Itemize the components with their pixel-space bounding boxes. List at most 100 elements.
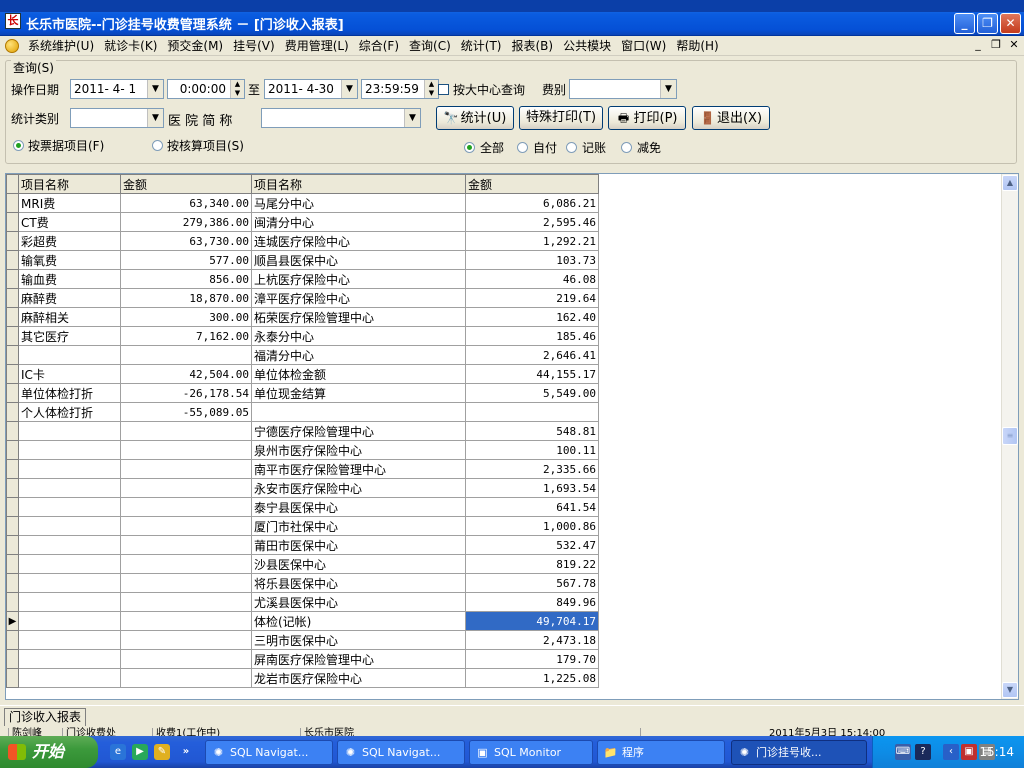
quicklaunch-more-icon[interactable]: » (178, 744, 194, 760)
amount-cell[interactable]: 1,292.21 (465, 231, 599, 251)
mdi-close-button[interactable]: ✕ (1006, 38, 1022, 53)
amount-cell[interactable]: 819.22 (465, 554, 599, 574)
row-indicator[interactable] (6, 402, 19, 422)
menu-reports[interactable]: 报表(B) (506, 37, 558, 54)
item-name-cell[interactable] (18, 554, 121, 574)
amount-cell[interactable]: 103.73 (465, 250, 599, 270)
item-name-cell[interactable]: 马尾分中心 (251, 193, 466, 213)
mdi-restore-button[interactable]: ❐ (988, 38, 1004, 53)
item-name-cell[interactable]: 顺昌县医保中心 (251, 250, 466, 270)
radio-filter-self[interactable] (517, 142, 528, 153)
amount-cell[interactable]: 7,162.00 (120, 326, 252, 346)
item-name-cell[interactable]: 宁德医疗保险管理中心 (251, 421, 466, 441)
amount-cell[interactable] (120, 630, 252, 650)
mdi-document-icon[interactable] (5, 38, 19, 53)
amount-cell[interactable]: 44,155.17 (465, 364, 599, 384)
stat-type-select[interactable]: ▼ (70, 108, 164, 128)
amount-cell[interactable]: 279,386.00 (120, 212, 252, 232)
item-name-cell[interactable] (18, 421, 121, 441)
row-indicator[interactable] (6, 573, 19, 593)
table-row[interactable]: 彩超费 63,730.00 连城医疗保险中心 1,292.21 (6, 231, 599, 251)
spin-updown-icon[interactable]: ▲ ▼ (424, 80, 438, 98)
row-indicator[interactable] (6, 345, 19, 365)
menu-deposit[interactable]: 预交金(M) (162, 37, 228, 54)
table-row[interactable]: 尤溪县医保中心 849.96 (6, 592, 599, 612)
table-row[interactable]: 单位体检打折 -26,178.54 单位现金结算 5,549.00 (6, 383, 599, 403)
amount-cell[interactable] (120, 516, 252, 536)
row-indicator[interactable] (6, 459, 19, 479)
table-row[interactable]: 其它医疗 7,162.00 永泰分中心 185.46 (6, 326, 599, 346)
amount-cell[interactable]: 641.54 (465, 497, 599, 517)
amount-cell[interactable]: 100.11 (465, 440, 599, 460)
table-row[interactable]: 南平市医疗保险管理中心 2,335.66 (6, 459, 599, 479)
amount-cell[interactable]: 46.08 (465, 269, 599, 289)
amount-cell[interactable]: 2,473.18 (465, 630, 599, 650)
amount-cell[interactable]: -26,178.54 (120, 383, 252, 403)
menu-statistics[interactable]: 统计(T) (456, 37, 507, 54)
radio-filter-all[interactable] (464, 142, 475, 153)
chevron-down-icon[interactable]: ▼ (660, 80, 676, 98)
chevron-down-icon[interactable]: ▼ (147, 80, 163, 98)
column-header-amount-1[interactable]: 金额 (120, 174, 252, 194)
row-indicator[interactable] (6, 212, 19, 232)
item-name-cell[interactable] (18, 630, 121, 650)
special-print-button[interactable]: 特殊打印(T) (519, 106, 603, 130)
report-grid-container[interactable]: 项目名称 金额 项目名称 金额 MRI费 63,340.00 马尾分中心 6,086.… (5, 173, 1019, 700)
menu-window[interactable]: 窗口(W) (616, 37, 671, 54)
media-player-icon[interactable]: ▶ (132, 744, 148, 760)
item-name-cell[interactable] (18, 535, 121, 555)
table-row[interactable]: 输氧费 577.00 顺昌县医保中心 103.73 (6, 250, 599, 270)
item-name-cell[interactable]: 输氧费 (18, 250, 121, 270)
row-indicator[interactable] (6, 535, 19, 555)
scroll-up-arrow-icon[interactable]: ▲ (1002, 175, 1018, 191)
tray-app-icon[interactable]: ▣ (961, 744, 977, 760)
taskbar-button[interactable]: ▣ SQL Monitor (469, 740, 593, 765)
item-name-cell[interactable]: 南平市医疗保险管理中心 (251, 459, 466, 479)
minimize-button[interactable]: _ (954, 13, 975, 34)
item-name-cell[interactable]: 柘荣医疗保险管理中心 (251, 307, 466, 327)
item-name-cell[interactable]: 个人体检打折 (18, 402, 121, 422)
hospital-select[interactable]: ▼ (261, 108, 421, 128)
amount-cell[interactable] (120, 345, 252, 365)
stat-button[interactable]: 🔭 统计(U) (436, 106, 514, 130)
table-row[interactable]: 麻醉费 18,870.00 漳平医疗保险中心 219.64 (6, 288, 599, 308)
item-name-cell[interactable]: 麻醉相关 (18, 307, 121, 327)
menu-public-modules[interactable]: 公共模块 (558, 37, 616, 54)
row-indicator[interactable] (6, 478, 19, 498)
radio-invoice-items[interactable] (13, 140, 24, 151)
item-name-cell[interactable] (18, 459, 121, 479)
start-button[interactable]: 开始 (0, 736, 98, 768)
table-row[interactable]: 屏南医疗保险管理中心 179.70 (6, 649, 599, 669)
quicklaunch-app-icon[interactable]: ✎ (154, 744, 170, 760)
amount-cell[interactable]: 567.78 (465, 573, 599, 593)
spin-updown-icon[interactable]: ▲ ▼ (230, 80, 244, 98)
table-row[interactable]: 麻醉相关 300.00 柘荣医疗保险管理中心 162.40 (6, 307, 599, 327)
amount-cell[interactable]: 63,730.00 (120, 231, 252, 251)
item-name-cell[interactable]: 上杭医疗保险中心 (251, 269, 466, 289)
item-name-cell[interactable] (251, 402, 466, 422)
row-indicator[interactable] (6, 440, 19, 460)
exit-button[interactable]: 🚪 退出(X) (692, 106, 770, 130)
item-name-cell[interactable]: 体检(记帐) (251, 611, 466, 631)
item-name-cell[interactable] (18, 611, 121, 631)
row-indicator[interactable] (6, 630, 19, 650)
menu-registration[interactable]: 挂号(V) (228, 37, 280, 54)
item-name-cell[interactable]: 厦门市社保中心 (251, 516, 466, 536)
item-name-cell[interactable] (18, 649, 121, 669)
item-name-cell[interactable]: 三明市医保中心 (251, 630, 466, 650)
print-button[interactable]: 🖶 打印(P) (608, 106, 686, 130)
row-indicator[interactable] (6, 516, 19, 536)
taskbar-button[interactable]: 📁 程序 (597, 740, 725, 765)
table-row[interactable]: ▶ 体检(记帐) 49,704.17 (6, 611, 599, 631)
restore-button[interactable]: ❐ (977, 13, 998, 34)
column-header-item-name-1[interactable]: 项目名称 (18, 174, 121, 194)
amount-cell[interactable]: 1,000.86 (465, 516, 599, 536)
amount-cell[interactable]: 532.47 (465, 535, 599, 555)
back-arrow-icon[interactable]: ‹ (943, 744, 959, 760)
amount-cell[interactable]: 2,646.41 (465, 345, 599, 365)
amount-cell[interactable]: 577.00 (120, 250, 252, 270)
row-indicator[interactable] (6, 307, 19, 327)
row-indicator[interactable] (6, 592, 19, 612)
amount-cell[interactable]: 1,693.54 (465, 478, 599, 498)
menu-help[interactable]: 帮助(H) (671, 37, 723, 54)
